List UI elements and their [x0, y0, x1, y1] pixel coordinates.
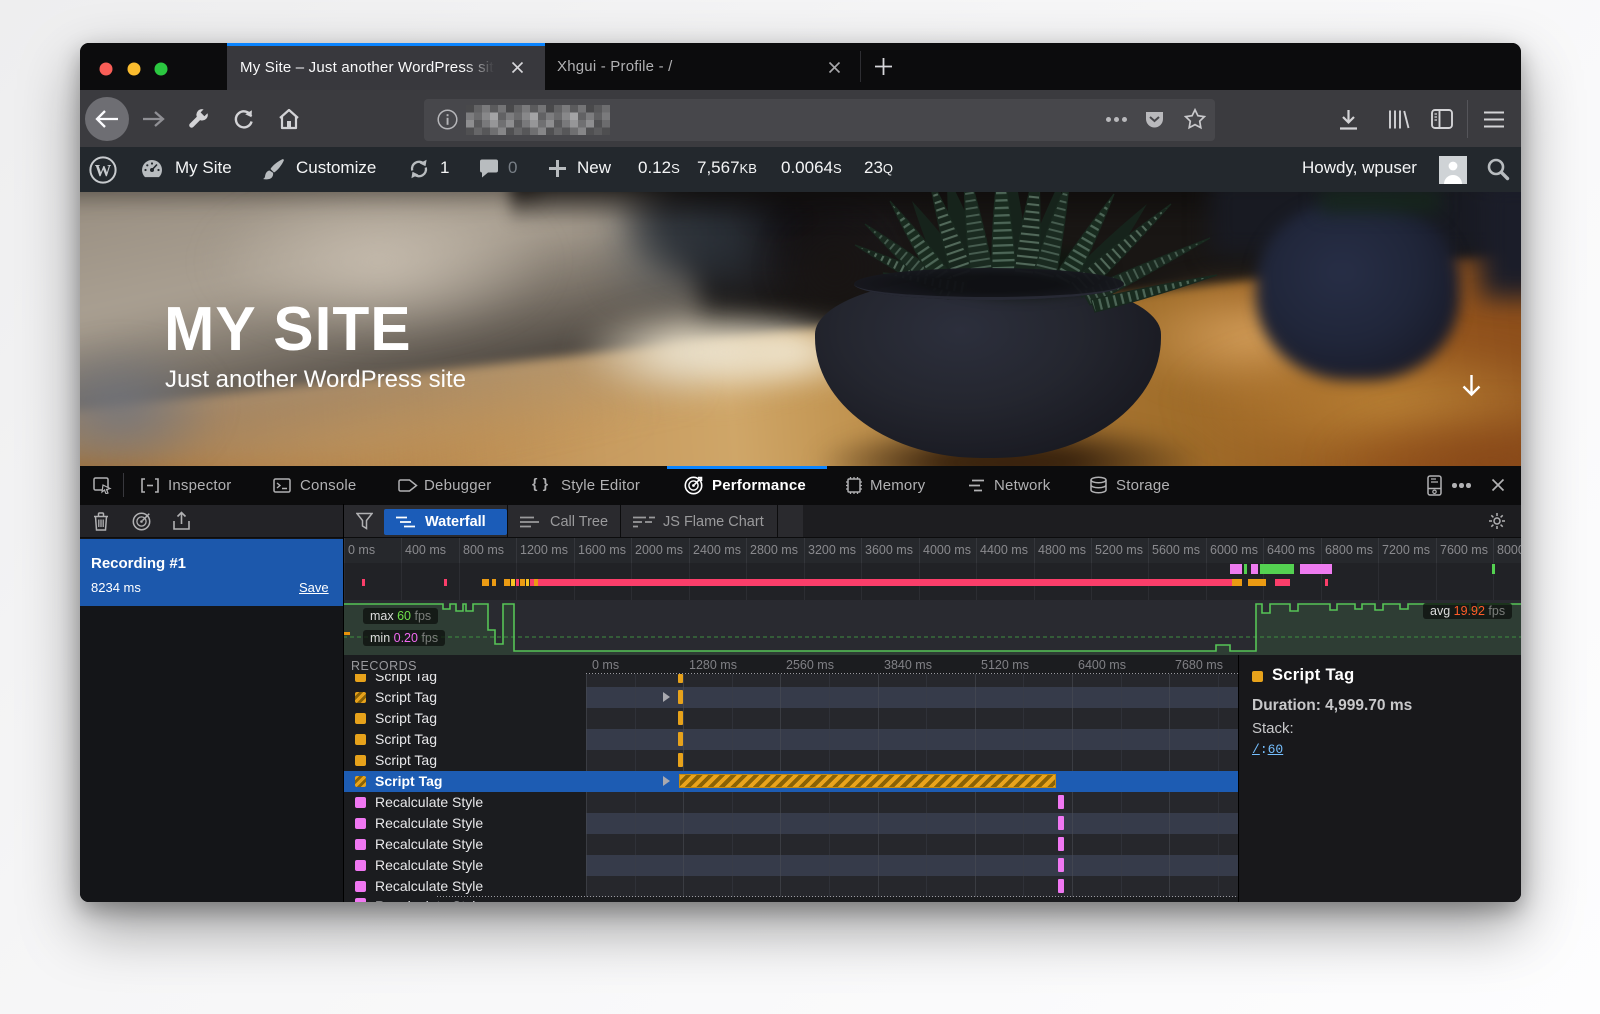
svg-text:W: W: [95, 161, 112, 180]
